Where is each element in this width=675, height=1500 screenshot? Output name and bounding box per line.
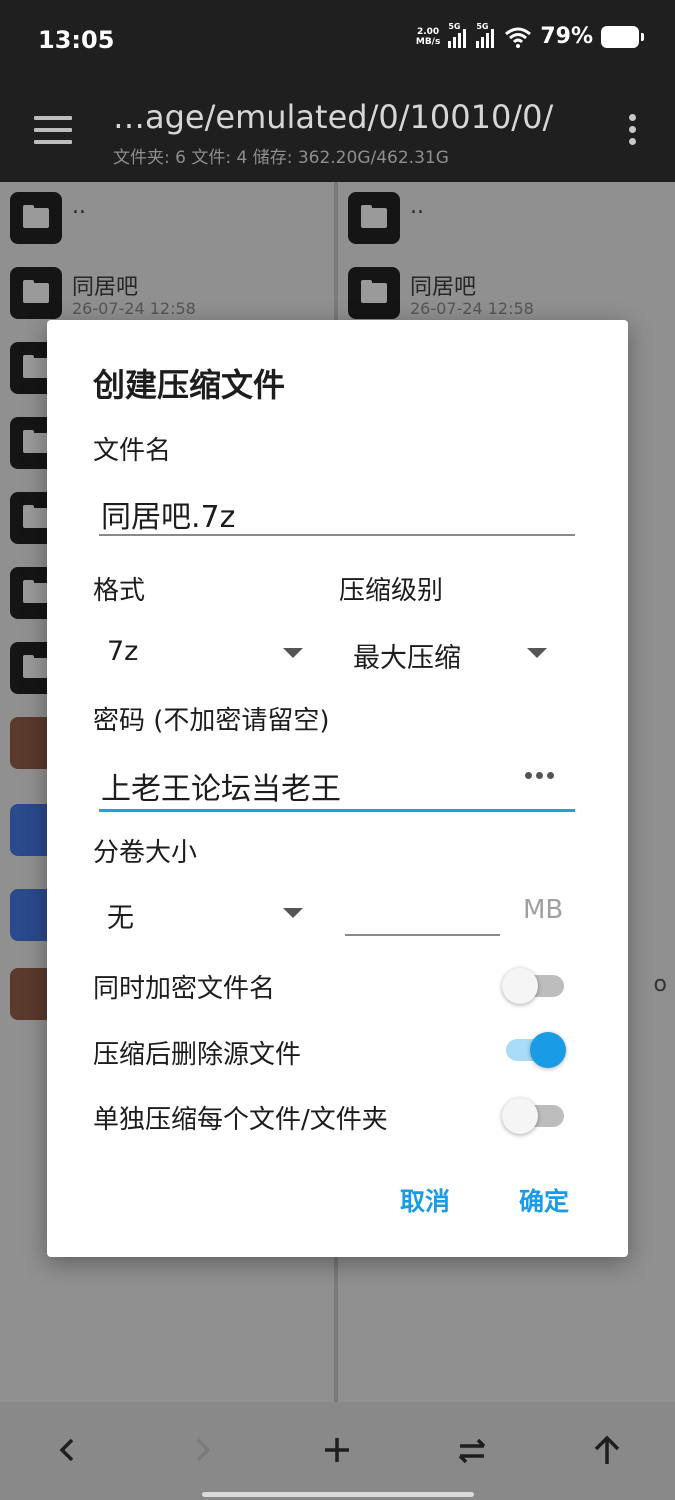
toggle-label-separate-archives: 单独压缩每个文件/文件夹 [93, 1105, 388, 1135]
wifi-icon [505, 27, 532, 48]
ok-button[interactable]: 确定 [519, 1182, 569, 1218]
signal-label: 5G [476, 21, 489, 31]
toggle-label-encrypt-names: 同时加密文件名 [93, 974, 276, 1004]
status-icons: 2.00 MB/s 5G 5G 79% [416, 22, 644, 49]
network-speed-value: 2.00 [416, 26, 440, 37]
swap-icon[interactable] [448, 1426, 496, 1474]
filename-value: 同居吧.7z [101, 500, 236, 535]
dialog-title: 创建压缩文件 [93, 366, 286, 404]
folder-icon [10, 192, 62, 244]
delete-source-switch[interactable] [502, 1030, 566, 1070]
caret-down-icon [283, 908, 303, 918]
folder-icon [10, 267, 62, 319]
folder-icon [348, 192, 400, 244]
chevron-left-icon[interactable] [44, 1426, 92, 1474]
create-archive-dialog: 创建压缩文件 文件名 同居吧.7z 格式 压缩级别 7z 最大压缩 密码 (不加… [47, 320, 628, 1257]
plus-icon[interactable] [313, 1426, 361, 1474]
bottom-toolbar [0, 1402, 675, 1500]
item-date: 26-07-24 12:58 [410, 299, 534, 318]
partial-item-text: o [653, 972, 667, 997]
more-options-icon[interactable] [629, 114, 637, 150]
list-item-parent[interactable]: .. [338, 182, 675, 257]
switch-thumb [530, 1032, 566, 1068]
path-title: …age/emulated/0/10010/0/ [113, 98, 554, 136]
volume-unit-label: MB [523, 895, 564, 925]
compression-level-label: 压缩级别 [339, 576, 444, 606]
format-dropdown[interactable]: 7z [93, 624, 313, 680]
cancel-button[interactable]: 取消 [400, 1182, 450, 1218]
network-speed-unit: MB/s [415, 36, 441, 47]
compression-level-dropdown[interactable]: 最大压缩 [339, 624, 559, 680]
caret-down-icon [283, 648, 303, 658]
volume-size-label: 分卷大小 [93, 838, 198, 868]
signal-label: 5G [448, 21, 461, 31]
item-date: 26-07-24 12:58 [72, 299, 196, 318]
signal-icon: 5G [476, 22, 496, 48]
volume-size-input[interactable] [345, 880, 500, 936]
home-indicator[interactable] [202, 1492, 474, 1497]
item-name: .. [72, 194, 86, 219]
item-name: .. [410, 194, 424, 219]
encrypt-filenames-switch[interactable] [502, 966, 564, 1006]
folder-icon [348, 267, 400, 319]
compression-level-value: 最大压缩 [353, 643, 461, 674]
caret-down-icon [527, 648, 547, 658]
item-name: 同居吧 [72, 275, 139, 300]
app-bar: …age/emulated/0/10010/0/ 文件夹: 6 文件: 4 储存… [0, 84, 675, 182]
signal-icon: 5G [448, 22, 468, 48]
format-value: 7z [107, 636, 139, 667]
status-time: 13:05 [38, 26, 115, 54]
path-summary: 文件夹: 6 文件: 4 储存: 362.20G/462.31G [113, 148, 449, 168]
battery-percent: 79% [540, 24, 593, 49]
menu-icon[interactable] [34, 116, 72, 144]
chevron-right-icon[interactable] [178, 1426, 226, 1474]
password-label: 密码 (不加密请留空) [93, 706, 330, 736]
separate-archives-switch[interactable] [502, 1096, 564, 1136]
switch-thumb [502, 968, 538, 1004]
status-bar: 13:05 2.00 MB/s 5G 5G 79% [0, 0, 675, 84]
volume-size-value: 无 [107, 903, 134, 934]
arrow-up-icon[interactable] [583, 1426, 631, 1474]
format-label: 格式 [93, 576, 146, 606]
toggle-label-delete-source: 压缩后删除源文件 [93, 1040, 302, 1070]
item-name: 同居吧 [410, 275, 477, 300]
battery-icon [601, 25, 644, 48]
password-visibility-icon[interactable] [525, 772, 554, 779]
list-item-parent[interactable]: .. [0, 182, 334, 257]
filename-label: 文件名 [93, 436, 172, 466]
switch-thumb [502, 1098, 538, 1134]
network-speed: 2.00 MB/s [416, 27, 440, 47]
volume-size-dropdown[interactable]: 无 [93, 884, 313, 940]
password-value: 上老王论坛当老王 [101, 772, 341, 807]
